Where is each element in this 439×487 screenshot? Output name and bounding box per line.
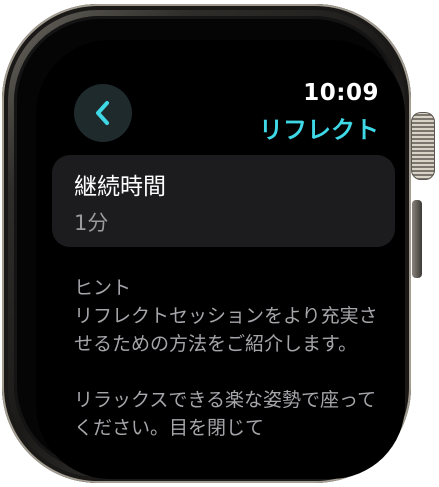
side-button[interactable] [412,200,422,278]
page-title: リフレクト [259,116,379,144]
hint-body: リフレクトセッションをより充実させるための方法をご紹介します。 [74,305,378,355]
hint-body-continued: リラックスできる楽な姿勢で座ってください。目を閉じて [74,389,377,439]
digital-crown[interactable] [411,112,435,180]
duration-label: 継続時間 [74,174,166,200]
watch-screen: 10:09 リフレクト 継続時間 1分 ヒント リフレクトセッションをより充実さ… [36,40,405,479]
watch-bezel: 10:09 リフレクト 継続時間 1分 ヒント リフレクトセッションをより充実さ… [14,16,405,479]
apple-watch-device: 10:09 リフレクト 継続時間 1分 ヒント リフレクトセッションをより充実さ… [0,0,439,487]
duration-value: 1分 [74,211,109,235]
hint-section: ヒント リフレクトセッションをより充実させるための方法をご紹介します。 リラック… [74,274,384,442]
hint-heading: ヒント [74,277,132,299]
duration-setting-button[interactable]: 継続時間 1分 [52,155,395,247]
chevron-left-icon [96,101,109,125]
status-time: 10:09 [303,80,379,106]
back-button[interactable] [74,84,132,142]
